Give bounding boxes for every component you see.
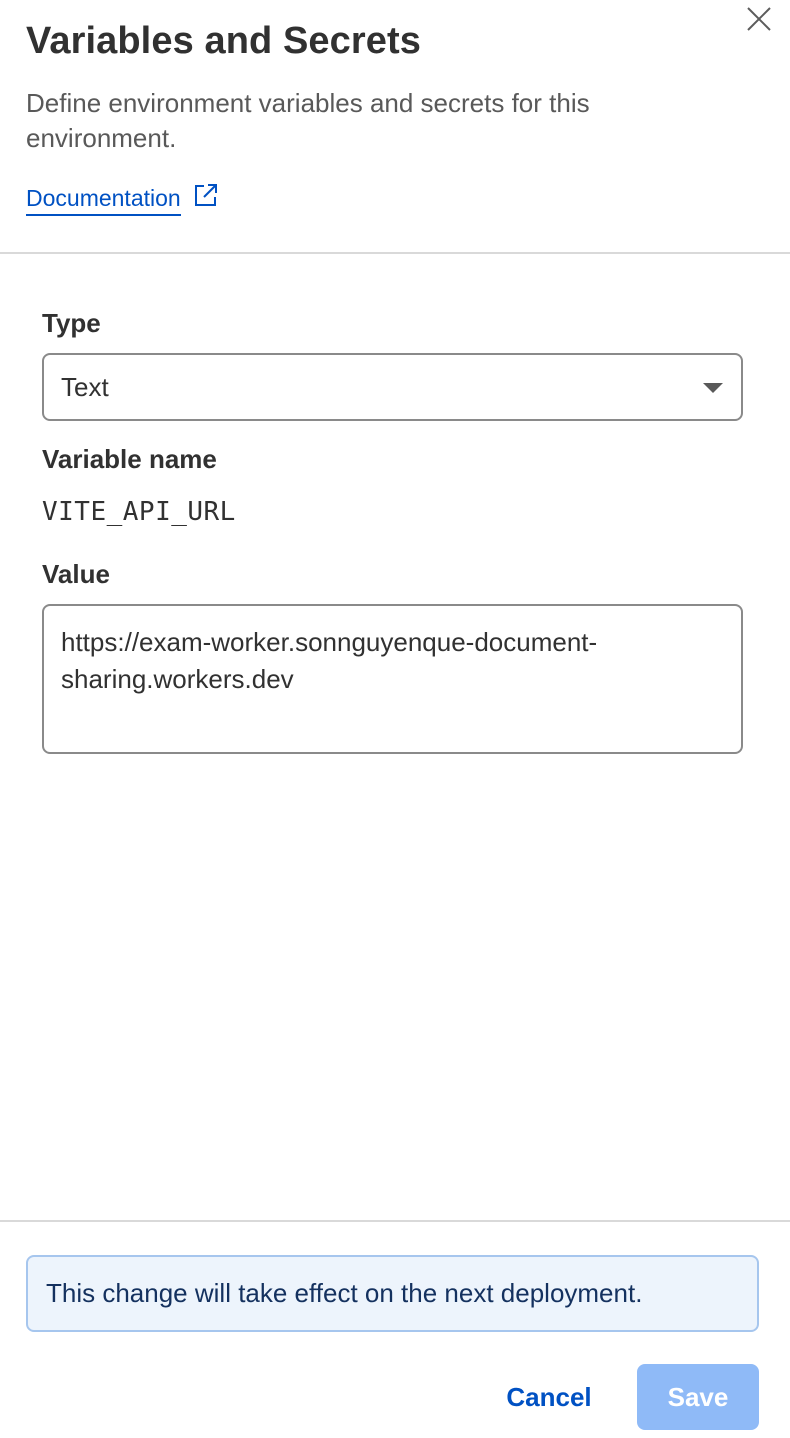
close-icon xyxy=(745,5,773,38)
panel-subtitle: Define environment variables and secrets… xyxy=(26,88,590,153)
variable-name-label: Variable name xyxy=(42,444,217,474)
type-select[interactable]: Text xyxy=(42,353,743,421)
panel-title: Variables and Secrets xyxy=(26,20,421,62)
value-label: Value xyxy=(42,559,110,589)
deployment-notice: This change will take effect on the next… xyxy=(26,1255,759,1332)
notice-text: This change will take effect on the next… xyxy=(46,1278,643,1308)
save-button[interactable]: Save xyxy=(637,1364,759,1430)
close-button[interactable] xyxy=(742,4,776,38)
external-link-icon xyxy=(193,182,219,208)
type-select-value: Text xyxy=(61,371,109,402)
variables-secrets-panel: Variables and Secrets Define environment… xyxy=(0,0,790,1438)
documentation-link[interactable]: Documentation xyxy=(26,182,219,218)
footer-divider xyxy=(0,1220,790,1222)
caret-down-icon xyxy=(703,383,723,393)
value-textarea[interactable]: https://exam-worker.sonnguyenque-documen… xyxy=(42,604,743,754)
header-divider xyxy=(0,252,790,254)
documentation-link-label: Documentation xyxy=(26,182,181,216)
cancel-button[interactable]: Cancel xyxy=(490,1364,608,1430)
variable-name-value: VITE_API_URL xyxy=(42,497,236,527)
type-label: Type xyxy=(42,308,101,338)
value-text: https://exam-worker.sonnguyenque-documen… xyxy=(61,627,598,694)
